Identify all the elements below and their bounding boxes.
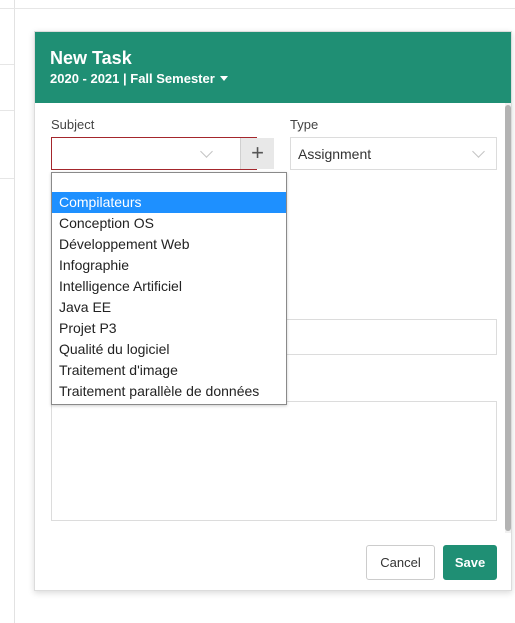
subject-dropdown-list: Compilateurs Conception OS Développement W…: [51, 172, 287, 405]
subject-option[interactable]: Qualité du logiciel: [52, 339, 286, 360]
type-label: Type: [290, 117, 319, 132]
subject-option[interactable]: Développement Web: [52, 234, 286, 255]
subject-option[interactable]: Projet P3: [52, 318, 286, 339]
subject-option[interactable]: Intelligence Artificiel: [52, 276, 286, 297]
new-task-modal: New Task 2020 - 2021 | Fall Semester Sub…: [34, 31, 512, 591]
subject-option[interactable]: Traitement parallèle de données: [52, 381, 286, 402]
subject-option[interactable]: Java EE: [52, 297, 286, 318]
subject-select[interactable]: +: [51, 137, 274, 170]
subject-option[interactable]: Conception OS: [52, 213, 286, 234]
semester-label: 2020 - 2021 | Fall Semester: [50, 71, 215, 86]
dropdown-search-area[interactable]: [52, 173, 286, 192]
semester-selector[interactable]: 2020 - 2021 | Fall Semester: [50, 71, 228, 86]
modal-header: New Task 2020 - 2021 | Fall Semester: [35, 32, 511, 103]
chevron-down-icon: [200, 145, 213, 158]
type-value: Assignment: [298, 146, 372, 162]
background-divider: [0, 64, 14, 65]
caret-down-icon: [219, 76, 228, 81]
subject-option[interactable]: Infographie: [52, 255, 286, 276]
plus-icon: +: [251, 140, 264, 165]
text-input-field[interactable]: [275, 319, 497, 355]
modal-title: New Task: [50, 48, 132, 68]
subject-label: Subject: [51, 117, 95, 132]
add-subject-button[interactable]: +: [240, 138, 274, 169]
subject-option[interactable]: Traitement d'image: [52, 360, 286, 381]
modal-scrollbar[interactable]: [505, 103, 511, 533]
background-sidebar: [0, 0, 15, 623]
subject-option[interactable]: Compilateurs: [52, 192, 286, 213]
cancel-button[interactable]: Cancel: [366, 545, 435, 580]
background-divider: [0, 178, 14, 179]
background-divider: [0, 8, 515, 9]
type-select[interactable]: Assignment: [290, 137, 497, 170]
scrollbar-thumb[interactable]: [505, 105, 511, 531]
save-button[interactable]: Save: [443, 545, 497, 580]
chevron-down-icon: [472, 145, 485, 158]
dropdown-options: Compilateurs Conception OS Développement W…: [52, 192, 286, 402]
description-textarea[interactable]: [51, 401, 497, 521]
background-divider: [0, 110, 14, 111]
